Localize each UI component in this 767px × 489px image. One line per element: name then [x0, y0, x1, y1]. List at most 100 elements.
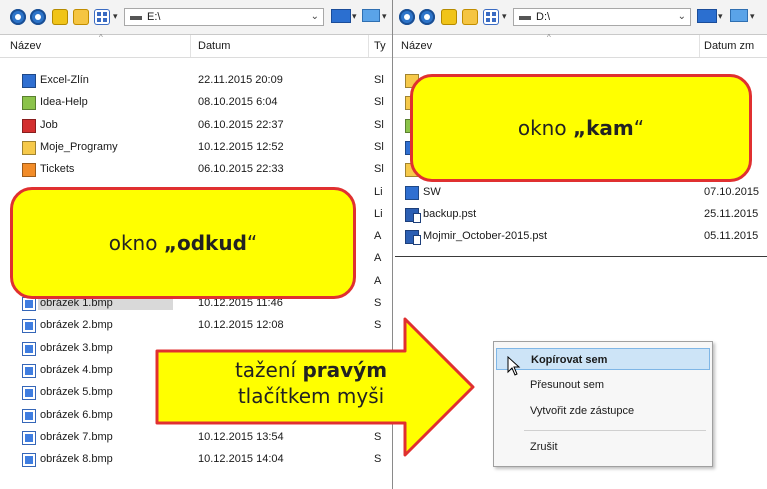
- pst-file-icon: [405, 230, 421, 246]
- arrow-text-keyword: pravým: [302, 358, 388, 382]
- left-drive-path: E:\: [147, 11, 161, 23]
- file-type: Li: [374, 207, 383, 220]
- folder-orange-icon: [22, 163, 36, 178]
- file-type: A: [374, 230, 382, 243]
- file-name: obrázek 3.bmp: [40, 341, 113, 354]
- file-type: A: [374, 252, 382, 265]
- forward-icon[interactable]: [30, 9, 46, 25]
- parent-folder-icon[interactable]: [441, 9, 457, 25]
- back-icon[interactable]: [399, 9, 415, 25]
- bmp-file-icon: [22, 341, 36, 356]
- new-folder-icon[interactable]: [462, 9, 478, 25]
- bmp-file-icon: [22, 386, 36, 401]
- menu-item[interactable]: Zrušit: [496, 436, 710, 458]
- bmp-file-icon: [22, 319, 36, 334]
- file-name: obrázek 5.bmp: [40, 386, 113, 399]
- file-type: Sl: [374, 118, 384, 131]
- drive-icon: [519, 16, 531, 20]
- file-date: 06.10.2015 22:37: [198, 118, 284, 131]
- file-name: Moje_Programy: [40, 140, 118, 153]
- source-callout-keyword: odkud: [176, 231, 247, 255]
- left-panel-toggle-icon[interactable]: [331, 9, 351, 23]
- menu-item-label: Přesunout sem: [530, 379, 604, 391]
- menu-item[interactable]: Vytvořit zde zástupce: [496, 400, 710, 422]
- menu-item[interactable]: Kopírovat sem: [496, 348, 710, 370]
- pst-file-icon: [405, 207, 421, 223]
- target-window-callout: okno „ kam “: [410, 74, 752, 182]
- file-date: 06.10.2015 22:33: [198, 163, 284, 176]
- file-date: 10.12.2015 12:52: [198, 140, 284, 153]
- file-name: SW: [423, 185, 441, 198]
- table-row[interactable]: Job 06.10.2015 22:37 Sl: [0, 115, 392, 137]
- file-name: obrázek 7.bmp: [40, 430, 113, 443]
- file-date: 07.10.2015: [704, 185, 760, 198]
- arrow-text-prefix: tažení: [234, 358, 303, 382]
- left-column-header: Název ^ Datum Ty: [0, 33, 392, 58]
- right-column-header: Název ^ Datum zm: [393, 33, 767, 58]
- file-type: A: [374, 274, 382, 287]
- menu-separator: [524, 430, 706, 431]
- chevron-down-icon: ⌄: [677, 11, 686, 22]
- menu-item[interactable]: Přesunout sem: [496, 374, 710, 396]
- table-row[interactable]: SW 07.10.2015: [393, 182, 767, 204]
- target-callout-keyword: kam: [586, 116, 634, 140]
- left-panel-dropdown-icon[interactable]: ▾: [352, 11, 357, 22]
- file-type: Sl: [374, 163, 384, 176]
- forward-icon[interactable]: [419, 9, 435, 25]
- view-mode-dropdown-icon[interactable]: ▾: [502, 11, 507, 22]
- source-window-callout: okno „ odkud “: [10, 187, 356, 299]
- mouse-cursor-icon: [507, 356, 521, 376]
- new-folder-icon[interactable]: [73, 9, 89, 25]
- bmp-file-icon: [22, 453, 36, 468]
- date-column-header[interactable]: Datum: [198, 40, 230, 52]
- right-panel-dropdown-icon[interactable]: ▾: [718, 11, 723, 22]
- drag-drop-context-menu: Kopírovat sem Přesunout sem Vytvořit zde z…: [493, 341, 713, 467]
- right-toolbar: ▾ D:\ ⌄ ▾ ▾: [393, 0, 767, 35]
- right-computer-dropdown-icon[interactable]: ▾: [750, 11, 755, 22]
- left-toolbar: ▾ E:\ ⌄ ▾ ▾: [0, 0, 392, 35]
- table-row[interactable]: Moje_Programy 10.12.2015 12:52 Sl: [0, 137, 392, 159]
- date-column-header[interactable]: Datum zm: [704, 40, 754, 52]
- parent-folder-icon[interactable]: [52, 9, 68, 25]
- target-callout-open-quote: „: [572, 116, 587, 140]
- right-computer-icon[interactable]: [730, 9, 748, 22]
- file-name: Excel-Zlín: [40, 74, 89, 86]
- folder-green-icon: [22, 96, 36, 111]
- left-computer-dropdown-icon[interactable]: ▾: [382, 11, 387, 22]
- file-type: Sl: [374, 140, 384, 153]
- menu-item-label: Kopírovat sem: [531, 354, 608, 366]
- column-divider[interactable]: [190, 35, 191, 57]
- bmp-file-icon: [22, 430, 36, 445]
- drag-arrow-callout: tažení pravým tlačítkem myši: [155, 317, 475, 457]
- table-row[interactable]: Tickets 06.10.2015 22:33 Sl: [0, 159, 392, 181]
- file-name: Tickets: [40, 163, 75, 176]
- file-type: Sl: [374, 74, 384, 86]
- type-column-header[interactable]: Ty: [374, 40, 386, 52]
- view-mode-icon[interactable]: [483, 9, 499, 25]
- table-row[interactable]: Mojmir_October-2015.pst 05.11.2015: [393, 226, 767, 248]
- column-divider[interactable]: [699, 35, 700, 57]
- name-column-header[interactable]: Název: [10, 40, 41, 52]
- right-drive-select[interactable]: D:\ ⌄: [513, 8, 691, 26]
- left-drive-select[interactable]: E:\ ⌄: [124, 8, 324, 26]
- right-panel-toggle-icon[interactable]: [697, 9, 717, 23]
- menu-item-label: Zrušit: [530, 441, 558, 453]
- view-mode-dropdown-icon[interactable]: ▾: [113, 11, 118, 22]
- target-callout-close-quote: “: [633, 116, 645, 140]
- table-row[interactable]: Excel-Zlín 22.11.2015 20:09 Sl: [0, 70, 392, 92]
- sort-ascending-icon: ^: [99, 33, 103, 42]
- drive-icon: [130, 16, 142, 20]
- table-row[interactable]: Idea-Help 08.10.2015 6:04 Sl: [0, 92, 392, 114]
- menu-item-label: Vytvořit zde zástupce: [530, 405, 635, 417]
- back-icon[interactable]: [10, 9, 26, 25]
- arrow-text-line2: tlačítkem myši: [237, 384, 385, 408]
- file-name: obrázek 2.bmp: [40, 319, 113, 332]
- bmp-file-icon: [22, 363, 36, 378]
- source-callout-close-quote: “: [246, 231, 258, 255]
- left-computer-icon[interactable]: [362, 9, 380, 22]
- column-divider[interactable]: [368, 35, 369, 57]
- view-mode-icon[interactable]: [94, 9, 110, 25]
- name-column-header[interactable]: Název: [401, 40, 432, 52]
- table-row[interactable]: backup.pst 25.11.2015: [393, 204, 767, 226]
- file-name: obrázek 8.bmp: [40, 453, 113, 466]
